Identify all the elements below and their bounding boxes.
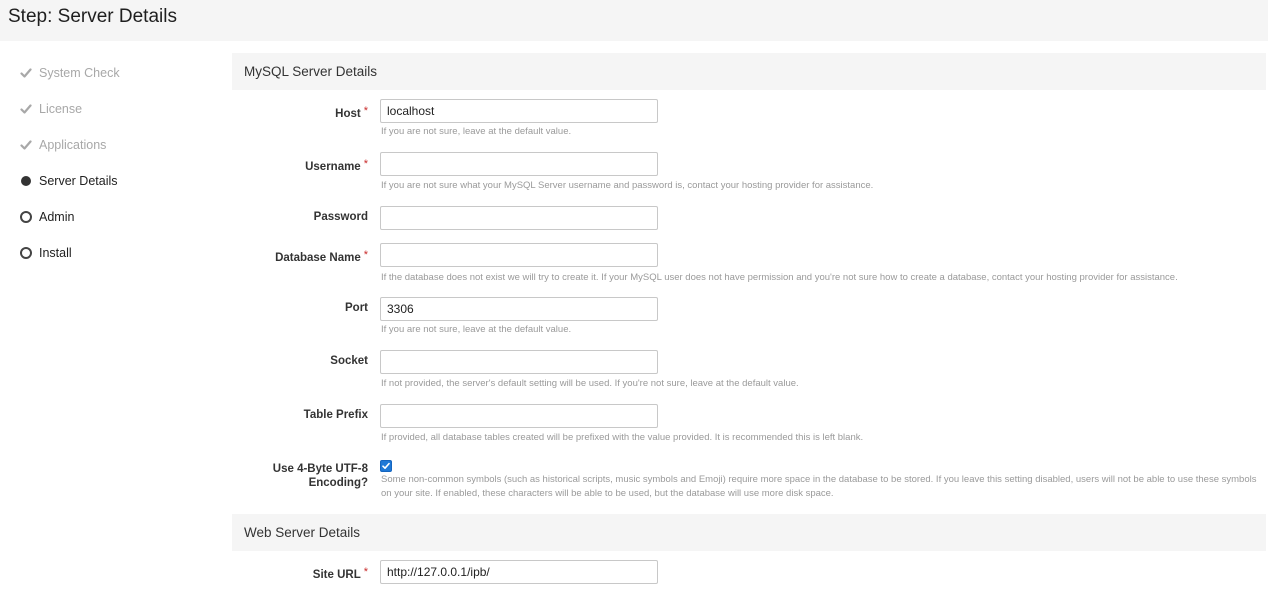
empty-circle-icon [20,247,32,259]
table-prefix-label: Table Prefix [303,409,368,421]
step-server-details: Server Details [20,172,118,190]
socket-label: Socket [330,355,368,367]
port-input[interactable] [380,297,658,321]
step-applications: Applications [20,136,106,154]
step-label: System Check [39,66,120,80]
web-section-header: Web Server Details [232,514,1266,551]
host-input[interactable] [380,99,658,123]
site-url-label: Site URL * [312,566,368,581]
username-label: Username * [305,158,368,173]
required-marker: * [363,566,368,578]
database-name-label: Database Name * [275,249,368,264]
check-icon [20,139,32,151]
step-label: License [39,102,83,116]
empty-circle-icon [20,211,32,223]
database-name-help: If the database does not exist we will t… [381,272,1178,283]
password-label: Password [313,211,368,223]
socket-input[interactable] [380,350,658,374]
required-marker: * [363,105,368,117]
step-install: Install [20,244,72,262]
username-input[interactable] [380,152,658,176]
port-help: If you are not sure, leave at the defaul… [381,324,572,335]
filled-circle-icon [20,175,32,187]
step-label: Install [39,246,72,260]
page-header: Step: Server Details [0,0,1268,41]
utf8-label: Use 4-Byte UTF-8 Encoding? [272,463,368,489]
username-help: If you are not sure what your MySQL Serv… [381,180,874,191]
required-marker: * [363,158,368,170]
checkmark-icon [382,462,390,469]
host-help: If you are not sure, leave at the defaul… [381,126,572,137]
step-license: License [20,100,82,118]
mysql-section-title: MySQL Server Details [244,64,378,79]
step-label: Applications [39,138,107,152]
port-label: Port [345,302,368,314]
password-input[interactable] [380,206,658,230]
mysql-section-header: MySQL Server Details [232,53,1266,90]
web-section-title: Web Server Details [244,525,361,540]
table-prefix-input[interactable] [380,404,658,428]
table-prefix-help: If provided, all database tables created… [381,432,864,443]
step-label: Server Details [39,174,118,188]
required-marker: * [363,249,368,261]
check-icon [20,103,32,115]
host-label: Host * [335,105,368,120]
utf8-help: Some non-common symbols (such as histori… [381,474,1257,499]
socket-help: If not provided, the server's default se… [381,378,799,389]
check-icon [20,67,32,79]
site-url-input[interactable] [380,560,658,584]
step-admin: Admin [20,208,74,226]
step-system-check: System Check [20,64,120,82]
step-label: Admin [39,210,75,224]
page-title: Step: Server Details [8,6,177,27]
database-name-input[interactable] [380,243,658,267]
utf8-checkbox[interactable] [380,460,392,472]
